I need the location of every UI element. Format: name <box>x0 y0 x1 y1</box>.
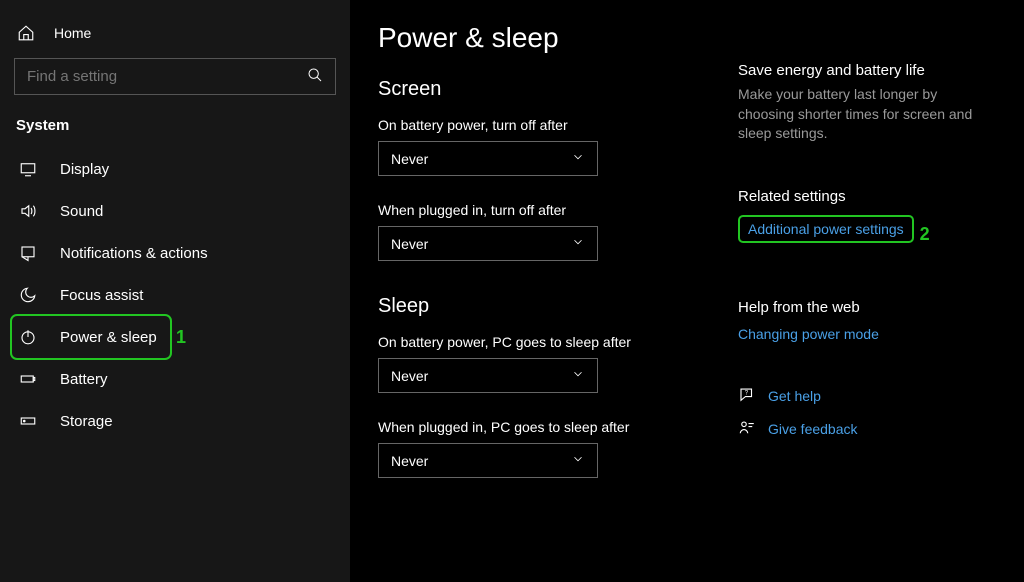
content-column: Power & sleep Screen On battery power, t… <box>378 22 728 582</box>
sidebar-item-label: Power & sleep <box>60 329 157 346</box>
select-value: Never <box>391 236 428 252</box>
chevron-down-icon <box>571 452 585 469</box>
nav-home-label: Home <box>54 25 91 41</box>
link-label: Changing power mode <box>738 326 879 342</box>
select-value: Never <box>391 368 428 384</box>
annotation-2: 2 <box>920 224 930 245</box>
select-value: Never <box>391 453 428 469</box>
nav-home[interactable]: Home <box>12 18 338 58</box>
sidebar-section-title: System <box>12 117 338 148</box>
screen-battery-select[interactable]: Never <box>378 141 598 176</box>
main-area: Power & sleep Screen On battery power, t… <box>350 0 1024 582</box>
related-settings-title: Related settings <box>738 188 1004 205</box>
moon-icon <box>18 286 38 304</box>
save-energy-desc: Make your battery last longer by choosin… <box>738 85 988 144</box>
save-energy-title: Save energy and battery life <box>738 62 1004 79</box>
sidebar-item-label: Display <box>60 161 109 178</box>
sidebar-item-storage[interactable]: Storage <box>12 400 338 442</box>
chevron-down-icon <box>571 150 585 167</box>
link-label: Additional power settings <box>748 221 904 237</box>
sidebar-item-battery[interactable]: Battery <box>12 358 338 400</box>
sidebar-item-notifications[interactable]: Notifications & actions <box>12 232 338 274</box>
page-title: Power & sleep <box>378 22 728 54</box>
sidebar-item-label: Battery <box>60 371 108 388</box>
search-icon <box>307 67 323 86</box>
screen-plugged-label: When plugged in, turn off after <box>378 202 728 218</box>
link-label: Give feedback <box>768 421 858 437</box>
notification-icon <box>18 244 38 262</box>
sidebar-item-label: Sound <box>60 203 103 220</box>
annotation-1: 1 <box>176 327 186 348</box>
svg-text:?: ? <box>745 390 749 396</box>
power-icon <box>18 328 38 346</box>
sidebar-item-label: Notifications & actions <box>60 245 208 262</box>
sleep-battery-label: On battery power, PC goes to sleep after <box>378 334 728 350</box>
feedback-icon <box>738 419 756 440</box>
sidebar-item-focus-assist[interactable]: Focus assist <box>12 274 338 316</box>
sleep-battery-select[interactable]: Never <box>378 358 598 393</box>
screen-plugged-select[interactable]: Never <box>378 226 598 261</box>
sidebar-item-sound[interactable]: Sound <box>12 190 338 232</box>
sidebar-item-power-sleep[interactable]: Power & sleep <box>12 316 170 358</box>
help-icon: ? <box>738 386 756 407</box>
sound-icon <box>18 202 38 220</box>
help-from-web-title: Help from the web <box>738 299 1004 316</box>
section-screen-title: Screen <box>378 78 728 101</box>
chevron-down-icon <box>571 367 585 384</box>
search-box[interactable] <box>14 58 336 95</box>
sidebar-item-label: Focus assist <box>60 287 143 304</box>
link-give-feedback[interactable]: Give feedback <box>738 419 1004 440</box>
sidebar: Home System Display Sound Notifica <box>0 0 350 582</box>
sidebar-item-display[interactable]: Display <box>12 148 338 190</box>
aside-column: Save energy and battery life Make your b… <box>728 22 1024 582</box>
select-value: Never <box>391 151 428 167</box>
storage-icon <box>18 412 38 430</box>
home-icon <box>16 24 36 42</box>
chevron-down-icon <box>571 235 585 252</box>
sleep-plugged-label: When plugged in, PC goes to sleep after <box>378 419 728 435</box>
link-label: Get help <box>768 388 821 404</box>
sidebar-item-label: Storage <box>60 413 113 430</box>
search-input[interactable] <box>27 68 287 85</box>
sleep-plugged-select[interactable]: Never <box>378 443 598 478</box>
link-additional-power-settings[interactable]: Additional power settings <box>738 215 914 243</box>
section-sleep-title: Sleep <box>378 295 728 318</box>
battery-icon <box>18 370 38 388</box>
link-changing-power-mode[interactable]: Changing power mode <box>738 326 1004 342</box>
link-get-help[interactable]: ? Get help <box>738 386 1004 407</box>
display-icon <box>18 160 38 178</box>
screen-battery-label: On battery power, turn off after <box>378 117 728 133</box>
